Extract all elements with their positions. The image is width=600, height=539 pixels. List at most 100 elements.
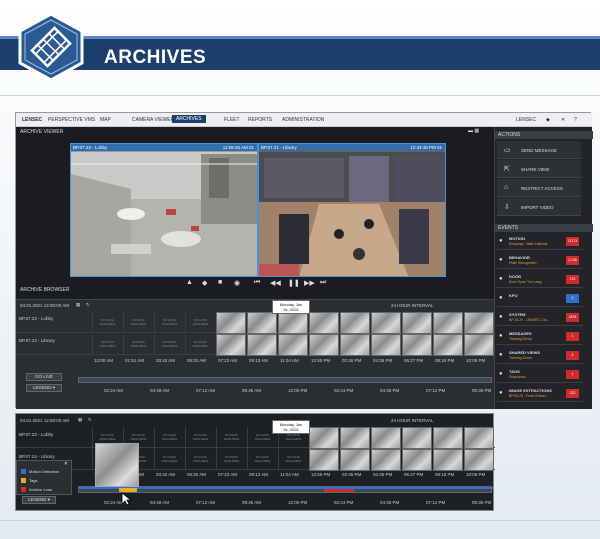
timeline-thumbnail[interactable] [402,427,432,449]
scrub-bar[interactable] [78,486,493,493]
restrict-access-button[interactable]: ⌂ RESTRICT ACCESS [497,179,581,197]
event-item[interactable]: ● DOOR Door Open Too Long 132 [497,272,583,288]
events-header[interactable]: EVENTS [495,224,593,232]
bell-icon[interactable]: ◆ [546,117,550,123]
skip-forward-icon[interactable]: ⏭ [320,279,326,287]
legend-item[interactable]: Tags [21,478,37,484]
tag-icon[interactable]: ◆ [202,279,207,287]
timeline-thumbnail[interactable] [278,312,308,334]
refresh-icon[interactable]: ↻ [88,417,92,423]
timeline-thumbnail[interactable] [216,312,246,334]
timeline-thumbnail[interactable] [464,449,494,471]
timeline-thumbnail[interactable] [371,334,401,356]
timeline-thumbnail[interactable] [371,449,401,471]
legend-button[interactable]: LEGEND ▾ [22,496,56,504]
timeline-thumbnail[interactable] [216,334,246,356]
no-data-cell: NO DATA AVAILABLE [278,449,308,469]
event-title: SHARED VIEWS [509,350,540,355]
interval-select[interactable]: 24 HOUR INTERVAL [391,303,433,308]
event-item[interactable]: ● KPO 0 [497,291,583,307]
timeline-thumbnail[interactable] [464,312,494,334]
nav-map[interactable]: MAP [100,117,111,123]
timeline-thumbnail[interactable] [247,312,277,334]
time-tick-label: 04:48 AM [150,388,170,393]
time-tick-label: 02:24 PM [334,388,354,393]
camera-timestamp: 12:34:48 PM 01 [410,145,442,150]
library-video-frame [259,144,445,276]
timeline-date[interactable]: 04.01.2021 12:00:00 AM [20,303,69,308]
event-item[interactable]: ● IMAGE EXTRACTIONS BP.09.23 - Front Entra… [497,386,583,402]
layout-icon[interactable]: ▬ ▦ [468,128,479,134]
timeline-date[interactable]: 04.01.2021 12:00:00 AM [20,418,69,423]
legend-button[interactable]: LEGEND ▾ [26,384,62,392]
camera-tile-lobby[interactable]: BP.07.23 - Lobby 11:06:46 AM 01 [70,143,258,277]
timeline-thumbnail[interactable] [309,427,339,449]
timeline-thumbnail[interactable] [340,334,370,356]
legend-item[interactable]: Archive Loss [21,487,52,493]
event-item[interactable]: ● TAGS Suspicious 1 [497,367,583,383]
event-item[interactable]: ● SHARED VIEWS Training Demo 4 [497,348,583,364]
event-item[interactable]: ● SYSTEM BP.19.29 - LENSEC Cor... 2493 [497,310,583,326]
thumbnail-preview[interactable] [95,443,139,487]
timeline-thumbnail[interactable] [433,334,463,356]
timeline-thumbnail[interactable] [464,427,494,449]
import-video-button[interactable]: ⇩ IMPORT VIDEO [497,198,581,216]
camera-icon[interactable]: ■ [218,279,222,286]
pause-icon[interactable]: ❚❚ [288,279,300,287]
timeline-thumbnail[interactable] [309,334,339,356]
timeline-thumbnail[interactable] [340,449,370,471]
timeline-thumbnail[interactable] [402,334,432,356]
camera-tile-library[interactable]: BP.07.21 - Library 12:34:48 PM 01 [258,143,446,277]
close-icon[interactable]: ✕ [561,117,565,123]
calendar-icon[interactable]: ▦ [78,417,82,423]
interval-select[interactable]: 24 HOUR INTERVAL [391,418,433,423]
time-tick-label: 04:48 AM [150,500,170,505]
event-item[interactable]: ● MOTION Entryway - Main Hallway 11173 [497,234,583,250]
nav-administration[interactable]: ADMINISTRATION [282,117,324,123]
timeline-thumbnail[interactable] [309,312,339,334]
nav-reports[interactable]: REPORTS [248,117,272,123]
no-data-cell: NO DATA AVAILABLE [154,427,184,447]
timeline-thumbnail[interactable] [309,449,339,471]
timeline-thumbnail[interactable] [433,427,463,449]
refresh-icon[interactable]: ↻ [86,302,90,308]
time-tick-label: 07:12 PM [426,500,446,505]
legend-popup: ✕ Motion Detection Tags Archive Loss [16,460,72,495]
scrub-bar[interactable] [78,377,492,383]
nav-fleet[interactable]: FLEET [224,117,240,123]
event-title: IMAGE EXTRACTIONS [509,388,552,393]
timeline-thumbnail[interactable] [371,427,401,449]
skip-back-icon[interactable]: ⏮ [254,279,260,287]
event-item[interactable]: ● BEHAVIOR Plate Recognition 2,106 [497,253,583,269]
go-live-button[interactable]: GO LIVE [26,373,62,381]
help-icon[interactable]: ? [574,117,577,123]
rewind-icon[interactable]: ◀◀ [270,279,281,287]
timeline-thumbnail[interactable] [247,334,277,356]
event-item[interactable]: ● MESSAGES Training Demo 1 [497,329,583,345]
share-view-button[interactable]: ⇱ SHARE VIEW [497,160,581,178]
timeline-thumbnail[interactable] [371,312,401,334]
event-count-badge: 132 [566,275,579,284]
nav-archives[interactable]: ARCHIVES [172,115,206,123]
calendar-icon[interactable]: ▦ [76,302,80,308]
forward-icon[interactable]: ▶▶ [304,279,315,287]
timeline-thumbnail[interactable] [402,449,432,471]
play-icon[interactable]: ▲ [186,279,193,286]
close-icon[interactable]: ✕ [64,461,68,467]
event-subtitle: Training Demo [509,356,532,360]
actions-header[interactable]: ACTIONS [495,131,593,139]
timeline-thumbnail[interactable] [433,312,463,334]
legend-item[interactable]: Motion Detection [21,469,59,475]
record-icon[interactable]: ◉ [234,279,240,287]
nav-camera-viewer[interactable]: CAMERA VIEWER [132,117,174,123]
timeline-thumbnail[interactable] [340,312,370,334]
archive-viewer: ARCHIVE VIEWER ▬ ▦ BP.07.23 - Lobby 11:0 [16,127,494,409]
timeline-thumbnail[interactable] [464,334,494,356]
timeline-thumbnail[interactable] [340,427,370,449]
timeline-thumbnail[interactable] [278,334,308,356]
time-tick-label: 04:36 PM [373,358,393,363]
timeline-thumbnail[interactable] [402,312,432,334]
send-message-button[interactable]: ▭ SEND MESSAGE [497,141,581,159]
timeline-thumbnail[interactable] [433,449,463,471]
no-data-cell: NO DATA AVAILABLE [154,312,184,332]
